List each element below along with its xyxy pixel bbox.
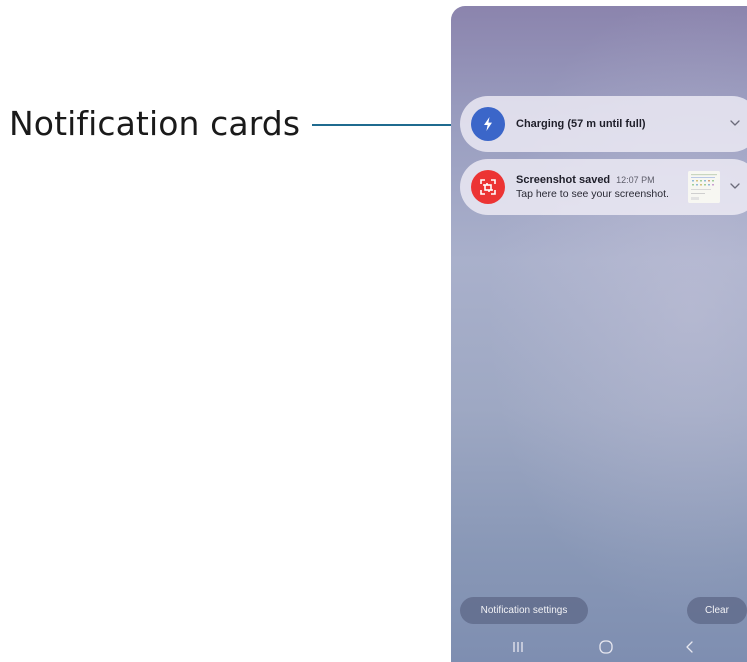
lightning-bolt-icon	[471, 107, 505, 141]
screenshot-icon	[471, 170, 505, 204]
clear-button[interactable]: Clear	[687, 597, 747, 624]
home-icon[interactable]	[596, 637, 616, 657]
notification-title-line: Screenshot saved 12:07 PM	[516, 174, 655, 186]
notification-panel: Charging (57 m until full) Screenshot sa…	[451, 6, 747, 662]
screen: Notification cards Charging (57 m until …	[0, 0, 747, 662]
chevron-down-icon[interactable]	[728, 179, 742, 193]
screenshot-thumbnail[interactable]	[688, 171, 720, 203]
notification-card-charging[interactable]: Charging (57 m until full)	[460, 96, 747, 152]
recent-apps-icon[interactable]	[508, 637, 528, 657]
notification-settings-button[interactable]: Notification settings	[460, 597, 588, 624]
notification-body: Tap here to see your screenshot.	[516, 188, 669, 200]
chevron-down-icon[interactable]	[728, 116, 742, 130]
callout-label: Notification cards	[9, 104, 301, 143]
notification-card-screenshot[interactable]: Screenshot saved 12:07 PM Tap here to see…	[460, 159, 747, 215]
notification-title: Charging (57 m until full)	[516, 118, 646, 130]
notification-time: 12:07 PM	[616, 175, 655, 185]
notification-title: Screenshot saved	[516, 174, 611, 186]
back-icon[interactable]	[680, 637, 700, 657]
callout-line	[312, 124, 460, 126]
navigation-bar	[451, 631, 747, 661]
